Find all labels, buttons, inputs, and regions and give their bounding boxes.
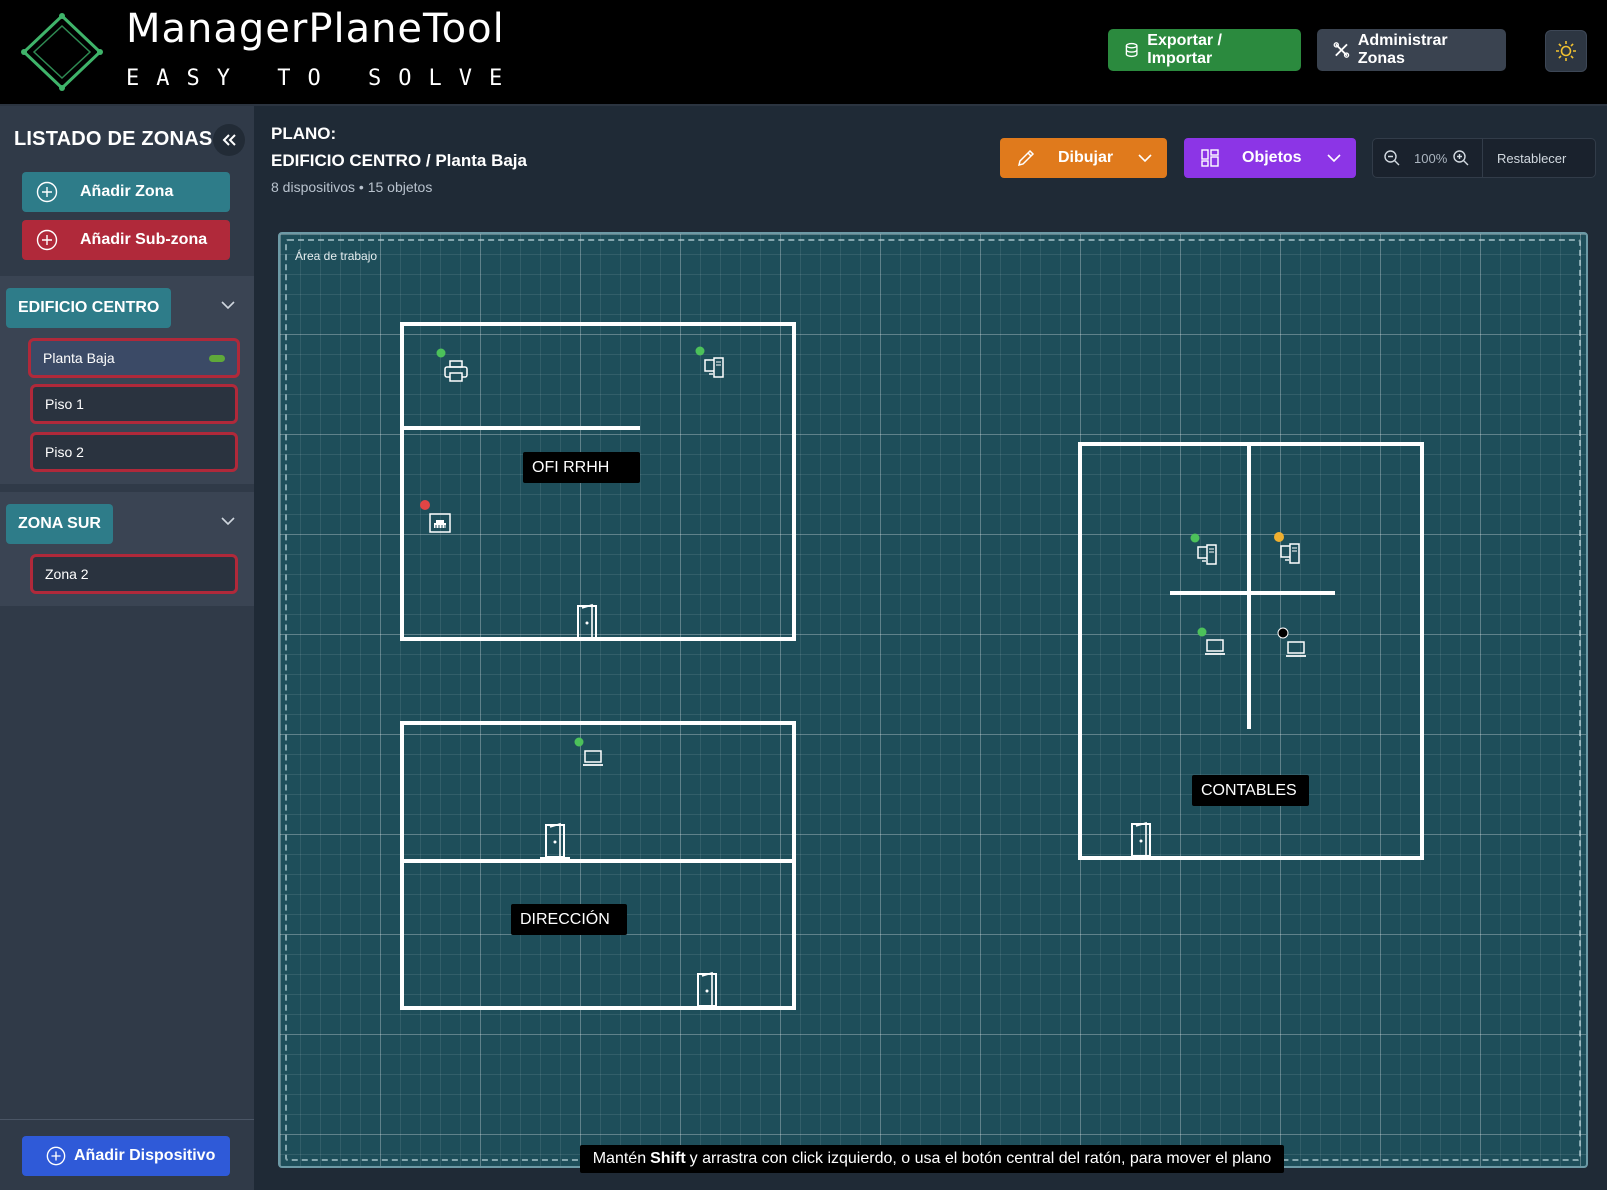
subzone-item-piso-1[interactable]: Piso 1 (30, 384, 238, 424)
chevron-down-icon[interactable] (220, 300, 236, 310)
sidebar-title: LISTADO DE ZONAS (14, 128, 213, 150)
floor-plan-drawing (400, 322, 1424, 1010)
room-label-direccion[interactable]: DIRECCIÓN (511, 904, 627, 935)
layout-grid-icon (1201, 149, 1219, 167)
add-zone-label: Añadir Zona (80, 183, 174, 200)
room-label-contables[interactable]: CONTABLES (1192, 775, 1309, 806)
pan-hint-tooltip: Mantén Shift y arrastra con click izquie… (580, 1145, 1284, 1173)
manage-zones-label: Administrar Zonas (1357, 32, 1448, 67)
tools-icon (1333, 42, 1350, 58)
desktop-icon[interactable] (695, 346, 724, 378)
add-zone-button[interactable]: Añadir Zona (22, 172, 230, 212)
subzone-label: Planta Baja (43, 350, 115, 366)
subzone-item-zona-2[interactable]: Zona 2 (30, 554, 238, 594)
active-indicator (209, 355, 225, 362)
draw-label: Dibujar (1058, 149, 1114, 166)
door-icon (539, 823, 571, 859)
door-icon (1125, 822, 1157, 858)
database-icon (1125, 42, 1138, 58)
sidebar-divider (0, 1119, 254, 1120)
chevron-down-icon[interactable] (220, 516, 236, 526)
subzone-label: Zona 2 (45, 566, 89, 582)
pencil-icon (1017, 149, 1035, 167)
app-title: ManagerPlaneTool (126, 6, 505, 52)
objects-dropdown-button[interactable]: Objetos (1184, 138, 1356, 178)
double-chevron-left-icon (222, 134, 236, 146)
add-subzone-button[interactable]: Añadir Sub-zona (22, 220, 230, 260)
zoom-out-icon[interactable] (1383, 149, 1401, 167)
laptop-icon[interactable] (574, 737, 604, 766)
zoom-in-icon[interactable] (1452, 149, 1470, 167)
draw-dropdown-button[interactable]: Dibujar (1000, 138, 1167, 178)
subzone-label: Piso 2 (45, 444, 84, 460)
desktop-icon[interactable] (1190, 533, 1217, 565)
zones-sidebar: LISTADO DE ZONAS Añadir Zona Añadir Sub-… (0, 106, 254, 1190)
zone-header-zona-sur[interactable]: ZONA SUR (6, 504, 113, 544)
zone-group-zona-sur: ZONA SUR Zona 2 (0, 492, 254, 606)
door-icon (691, 972, 723, 1008)
sun-icon (1556, 41, 1576, 61)
plus-circle-icon (36, 181, 58, 203)
laptop-icon[interactable] (1197, 627, 1226, 655)
floor-plan-canvas[interactable]: Área de trabajo OFI RRHH DIRECCIÓN CONTA… (278, 232, 1588, 1168)
add-device-button[interactable]: Añadir Dispositivo (22, 1136, 230, 1176)
zoom-controls: 100% Restablecer (1372, 138, 1596, 178)
plano-label: PLANO: (271, 124, 337, 143)
collapse-sidebar-button[interactable] (213, 124, 245, 156)
plano-name: EDIFICIO CENTRO / Planta Baja (271, 151, 527, 170)
laptop-icon[interactable] (1277, 627, 1307, 657)
switch-icon[interactable] (420, 500, 451, 533)
subzone-item-piso-2[interactable]: Piso 2 (30, 432, 238, 472)
manage-zones-button[interactable]: Administrar Zonas (1317, 29, 1506, 71)
add-device-label: Añadir Dispositivo (74, 1147, 216, 1164)
door-icon (571, 604, 603, 640)
add-subzone-label: Añadir Sub-zona (80, 231, 208, 248)
hint-prefix: Mantén (592, 1150, 647, 1167)
plus-circle-icon (36, 229, 58, 251)
app-header: ManagerPlaneTool EASY TO SOLVE Exportar … (0, 0, 1607, 106)
chevron-down-icon (1138, 154, 1152, 163)
plano-meta: 8 dispositivos • 15 objetos (271, 179, 433, 195)
logo-diamond-icon (21, 13, 103, 91)
zone-header-edificio-centro[interactable]: EDIFICIO CENTRO (6, 288, 172, 328)
reset-zoom-button[interactable]: Restablecer (1497, 151, 1566, 166)
subzone-label: Piso 1 (45, 396, 84, 412)
objects-label: Objetos (1242, 149, 1302, 166)
hint-suffix: y arrastra con click izquierdo, o usa el… (689, 1150, 1272, 1167)
app-subtitle: EASY TO SOLVE (126, 66, 520, 91)
zone-name: EDIFICIO CENTRO (18, 299, 160, 316)
export-import-button[interactable]: Exportar / Importar (1108, 29, 1301, 71)
chevron-down-icon (1327, 154, 1341, 163)
desktop-icon[interactable] (1274, 532, 1300, 564)
room-label-ofi-rrhh[interactable]: OFI RRHH (523, 452, 640, 483)
theme-toggle-button[interactable] (1545, 30, 1587, 72)
zoom-level: 100% (1414, 150, 1448, 166)
plus-circle-icon (46, 1146, 66, 1166)
hint-key: Shift (650, 1150, 686, 1167)
zone-name: ZONA SUR (18, 515, 101, 532)
printer-icon[interactable] (436, 348, 468, 382)
zone-group-edificio-centro: EDIFICIO CENTRO Planta Baja Piso 1 Piso … (0, 276, 254, 484)
subzone-item-planta-baja[interactable]: Planta Baja (28, 338, 240, 378)
zoom-divider (1482, 138, 1483, 178)
export-import-label: Exportar / Importar (1147, 32, 1222, 67)
